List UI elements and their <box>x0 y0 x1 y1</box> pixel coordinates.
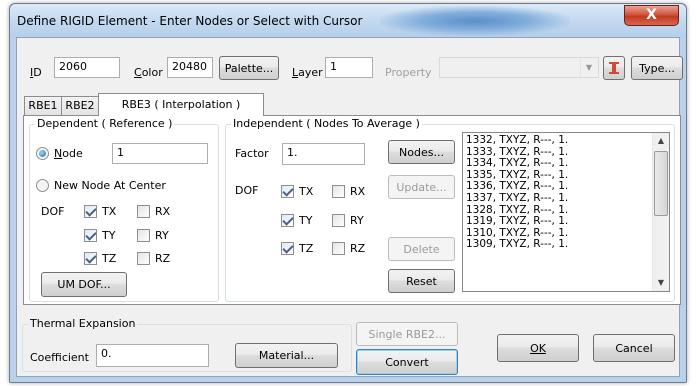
reset-button[interactable]: Reset <box>388 269 455 293</box>
dep-tx-checkbox[interactable] <box>84 205 97 218</box>
dep-rz-label: RZ <box>155 252 171 265</box>
factor-label: Factor <box>235 147 269 160</box>
ind-ry-checkbox[interactable] <box>332 214 345 227</box>
ind-rx-checkbox[interactable] <box>332 185 345 198</box>
convert-button[interactable]: Convert <box>356 349 458 375</box>
ind-rx-label: RX <box>350 185 366 198</box>
material-button[interactable]: Material... <box>235 343 338 368</box>
new-node-radio[interactable] <box>36 179 49 192</box>
property-label: Property <box>385 66 432 79</box>
thermal-group-label: Thermal Expansion <box>28 317 138 330</box>
coefficient-field[interactable]: 0. <box>96 344 209 367</box>
nodes-button-label: Nodes... <box>399 145 444 159</box>
new-node-label: New Node At Center <box>54 179 166 192</box>
ind-tx-checkbox[interactable] <box>281 185 294 198</box>
pick-icon <box>608 61 620 75</box>
dependent-dof-label: DOF <box>41 205 65 218</box>
independent-dof-label: DOF <box>235 184 259 197</box>
material-button-label: Material... <box>258 349 315 362</box>
node-list-rows: 1332, TXYZ, R---, 1. 1333, TXYZ, R---, 1… <box>463 133 669 251</box>
ind-rz-label: RZ <box>350 242 366 255</box>
list-item[interactable]: 1309, TXYZ, R---, 1. <box>463 239 669 251</box>
tab-rbe3[interactable]: RBE3 ( Interpolation ) <box>98 93 264 116</box>
ind-ty-checkbox[interactable] <box>281 214 294 227</box>
dep-ty-checkbox[interactable] <box>84 229 97 242</box>
scrollbar-thumb[interactable] <box>654 151 668 216</box>
property-combo[interactable]: ▼ <box>439 57 599 78</box>
ind-ry-label: RY <box>350 214 364 227</box>
ind-tz-checkbox[interactable] <box>281 242 294 255</box>
ind-ty-label: TY <box>299 214 313 227</box>
chevron-down-icon[interactable]: ▼ <box>580 59 597 77</box>
scroll-up-icon[interactable]: ▲ <box>653 133 669 149</box>
list-scrollbar[interactable]: ▲ ▼ <box>652 133 669 291</box>
type-button-label: Type... <box>639 61 675 75</box>
tab-rbe2[interactable]: RBE2 <box>61 96 99 115</box>
dep-tz-checkbox[interactable] <box>84 252 97 265</box>
dep-rz-checkbox[interactable] <box>137 252 150 265</box>
close-button[interactable]: X <box>624 5 679 26</box>
ind-rz-checkbox[interactable] <box>332 242 345 255</box>
dependent-group-label: Dependent ( Reference ) <box>35 117 175 130</box>
dep-rx-label: RX <box>155 205 171 218</box>
dep-rx-checkbox[interactable] <box>137 205 150 218</box>
delete-button[interactable]: Delete <box>388 237 455 261</box>
nodes-button[interactable]: Nodes... <box>388 140 455 164</box>
node-radio-label: Node <box>54 147 83 160</box>
list-item[interactable]: 1332, TXYZ, R---, 1. <box>463 134 669 147</box>
factor-field[interactable]: 1. <box>282 143 365 165</box>
layer-label: Layer <box>292 66 323 79</box>
palette-button-label: Palette... <box>224 61 274 75</box>
ok-button[interactable]: OK <box>497 334 579 362</box>
update-button-label: Update... <box>396 180 447 194</box>
reset-button-label: Reset <box>406 274 437 288</box>
list-item[interactable]: 1319, TXYZ, R---, 1. <box>463 216 669 228</box>
type-button[interactable]: Type... <box>631 56 683 80</box>
ind-tz-label: TZ <box>299 242 314 255</box>
color-field[interactable]: 20480 <box>167 57 213 78</box>
dep-tx-label: TX <box>102 205 117 218</box>
cancel-button[interactable]: Cancel <box>593 334 675 362</box>
dialog-window: Define RIGID Element - Enter Nodes or Se… <box>9 3 687 383</box>
delete-button-label: Delete <box>403 242 440 256</box>
dep-tz-label: TZ <box>102 252 117 265</box>
palette-button[interactable]: Palette... <box>219 56 279 80</box>
ind-tx-label: TX <box>299 185 314 198</box>
um-dof-label: UM DOF... <box>57 278 111 291</box>
title-bar[interactable]: Define RIGID Element - Enter Nodes or Se… <box>10 4 686 37</box>
independent-group-label: Independent ( Nodes To Average ) <box>231 117 422 130</box>
um-dof-button[interactable]: UM DOF... <box>41 272 127 297</box>
dialog-client: ID 2060 Color 20480 Palette... Layer 1 P… <box>16 37 683 377</box>
dependent-node-field[interactable]: 1 <box>112 143 208 164</box>
node-radio[interactable] <box>36 147 49 160</box>
dep-ty-label: TY <box>102 229 116 242</box>
coefficient-label: Coefficient <box>30 351 89 364</box>
layer-field[interactable]: 1 <box>325 57 373 78</box>
title-glow <box>380 6 570 36</box>
dep-ry-checkbox[interactable] <box>137 229 150 242</box>
id-field[interactable]: 2060 <box>54 57 120 78</box>
convert-button-label: Convert <box>385 355 429 369</box>
independent-node-list[interactable]: 1332, TXYZ, R---, 1. 1333, TXYZ, R---, 1… <box>462 132 670 292</box>
tab-rbe1[interactable]: RBE1 <box>24 96 62 115</box>
window-title: Define RIGID Element - Enter Nodes or Se… <box>17 14 363 28</box>
single-rbe2-button[interactable]: Single RBE2... <box>356 322 458 346</box>
cancel-button-label: Cancel <box>615 341 653 355</box>
scroll-down-icon[interactable]: ▼ <box>653 275 669 291</box>
update-button[interactable]: Update... <box>388 175 455 199</box>
list-item[interactable]: 1337, TXYZ, R---, 1. <box>463 192 669 205</box>
dep-ry-label: RY <box>155 229 169 242</box>
id-label: ID <box>30 66 42 79</box>
single-rbe2-label: Single RBE2... <box>368 327 446 341</box>
color-label: Color <box>134 66 163 79</box>
property-pick-button[interactable] <box>603 56 625 80</box>
tab-panel: Dependent ( Reference ) Node 1 New Node … <box>23 115 681 305</box>
ok-button-label: OK <box>530 341 546 355</box>
